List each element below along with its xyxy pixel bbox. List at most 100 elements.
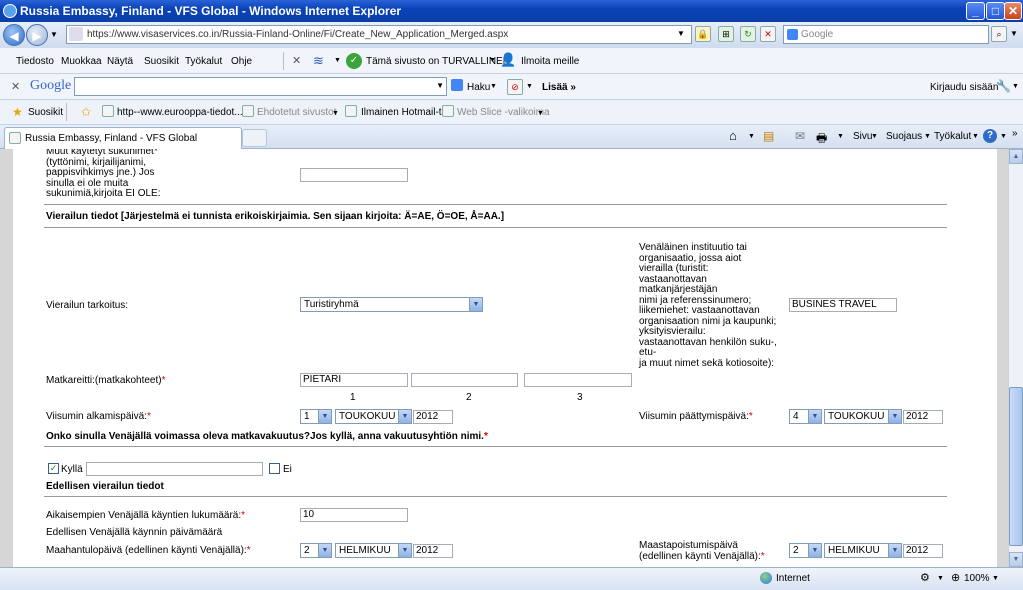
visa-end-year-input[interactable]: 2012 [903, 410, 943, 424]
protected-mode-icon[interactable]: ⚙ [920, 571, 930, 584]
visa-end-month-select[interactable]: TOUKOKUU ▼ [824, 409, 902, 424]
google-toolbar-close-icon[interactable]: ✕ [11, 80, 20, 93]
wrench-icon[interactable]: 🔧 [996, 79, 1011, 93]
signin-link[interactable]: Kirjaudu sisään [930, 82, 998, 93]
chevron-down-icon[interactable]: ▼ [888, 544, 901, 557]
insurance-company-input[interactable] [86, 462, 263, 476]
wrench-dropdown-icon[interactable]: ▼ [1012, 83, 1019, 90]
menu-help[interactable]: Ohje [231, 56, 252, 67]
close-button[interactable]: ✕ [1004, 2, 1022, 20]
wot-dropdown-icon[interactable]: ▼ [334, 57, 341, 64]
route-input-1[interactable]: PIETARI [300, 373, 408, 387]
purpose-select[interactable]: Turistiryhmä ▼ [300, 297, 483, 312]
visa-start-month-select[interactable]: TOUKOKUU ▼ [335, 409, 412, 424]
lock-icon[interactable]: 🔒 [695, 26, 711, 42]
scroll-thumb[interactable] [1009, 387, 1023, 546]
protected-mode-dropdown-icon[interactable]: ▼ [937, 575, 944, 582]
zoom-dropdown-icon[interactable]: ▼ [992, 575, 999, 582]
help-dropdown-icon[interactable]: ▼ [1000, 133, 1007, 140]
popup-blocker-dropdown-icon[interactable]: ▼ [526, 83, 533, 90]
forward-button[interactable]: ▶ [26, 24, 48, 46]
google-search-button[interactable]: Haku [467, 82, 490, 93]
safety-menu[interactable]: Suojaus [886, 131, 922, 142]
chevron-down-icon[interactable]: ▼ [888, 410, 901, 423]
scroll-down-icon[interactable]: ▼ [1009, 552, 1023, 567]
stop-icon[interactable]: ✕ [760, 26, 776, 42]
refresh-icon[interactable]: ↻ [740, 26, 756, 42]
minimize-button[interactable]: _ [966, 2, 985, 20]
route-input-3[interactable] [524, 373, 632, 387]
suggested-dropdown-icon[interactable]: ▼ [332, 110, 339, 117]
other-surnames-input[interactable] [300, 168, 408, 182]
print-icon[interactable]: 🖶 [816, 129, 827, 150]
search-options-dropdown-icon[interactable]: ▼ [1010, 29, 1018, 38]
chevron-down-icon[interactable]: ▼ [398, 410, 411, 423]
fav-link-hotmail[interactable]: Ilmainen Hotmail-tili [361, 107, 448, 118]
home-icon[interactable]: ⌂ [729, 128, 737, 143]
exit-day-select[interactable]: 2 ▼ [789, 543, 822, 558]
safety-dropdown-icon[interactable]: ▼ [489, 57, 496, 64]
page-menu[interactable]: Sivu [853, 131, 872, 142]
feeds-icon[interactable]: ▤ [763, 129, 774, 143]
webslice-dropdown-icon[interactable]: ▼ [537, 110, 544, 117]
route-input-2[interactable] [411, 373, 518, 387]
new-tab-button[interactable] [242, 129, 267, 147]
report-link[interactable]: Ilmoita meille [521, 56, 579, 67]
compatibility-icon[interactable]: ⊞ [718, 26, 734, 42]
previous-visits-input[interactable]: 10 [300, 508, 408, 522]
zoom-level[interactable]: 100% [964, 573, 990, 584]
page-dropdown-icon[interactable]: ▼ [871, 133, 878, 140]
entry-day-select[interactable]: 2 ▼ [300, 543, 332, 558]
insurance-yes-checkbox[interactable]: ✓ [48, 463, 59, 474]
org-input[interactable]: BUSINES TRAVEL [789, 298, 897, 312]
recent-pages-dropdown-icon[interactable]: ▼ [50, 30, 58, 39]
search-box[interactable]: Google [783, 25, 989, 44]
exit-month-select[interactable]: HELMIKUU ▼ [824, 543, 902, 558]
menu-favorites[interactable]: Suosikit [144, 56, 179, 67]
maximize-button[interactable]: □ [986, 2, 1005, 20]
tools-menu[interactable]: Työkalut [934, 131, 971, 142]
google-search-dropdown2-icon[interactable]: ▼ [490, 83, 497, 90]
address-dropdown-icon[interactable]: ▼ [677, 29, 685, 38]
vertical-scrollbar[interactable]: ▲ ▼ [1008, 149, 1023, 567]
visa-end-day-select[interactable]: 4 ▼ [789, 409, 822, 424]
menu-file[interactable]: Tiedosto [16, 56, 54, 67]
toolbar-close-icon[interactable]: ✕ [292, 54, 301, 67]
fav-link-eurooppa[interactable]: http--www.eurooppa-tiedot... [117, 107, 243, 118]
zoom-icon[interactable]: ⊕ [951, 571, 960, 584]
visa-start-year-input[interactable]: 2012 [413, 410, 453, 424]
chevron-down-icon[interactable]: ▼ [318, 544, 331, 557]
insurance-no-checkbox[interactable] [269, 463, 280, 474]
exit-year-input[interactable]: 2012 [903, 544, 943, 558]
favorites-button[interactable]: Suosikit [28, 107, 63, 118]
print-dropdown-icon[interactable]: ▼ [837, 133, 844, 140]
chevron-down-icon[interactable]: ▼ [808, 410, 821, 423]
more-button[interactable]: Lisää » [542, 82, 576, 93]
read-mail-icon[interactable]: ✉ [795, 129, 805, 143]
entry-month-select[interactable]: HELMIKUU ▼ [335, 543, 412, 558]
entry-year-input[interactable]: 2012 [413, 544, 453, 558]
chevron-more-icon[interactable]: » [1012, 128, 1018, 139]
help-icon[interactable]: ? [983, 129, 997, 143]
search-go-icon[interactable]: ⌕ [991, 26, 1007, 42]
add-favorite-icon[interactable]: ✩ [81, 105, 91, 119]
tab-active[interactable]: Russia Embassy, Finland - VFS Global [4, 127, 242, 149]
fav-link-suggested[interactable]: Ehdotetut sivustot [257, 107, 337, 118]
tools-dropdown-icon[interactable]: ▼ [972, 133, 979, 140]
address-bar[interactable]: https://www.visaservices.co.in/Russia-Fi… [66, 25, 692, 44]
scroll-up-icon[interactable]: ▲ [1009, 149, 1023, 164]
fav-link-webslice[interactable]: Web Slice -valikoima [457, 107, 550, 118]
google-search-dropdown-icon[interactable]: ▼ [436, 81, 444, 90]
menu-edit[interactable]: Muokkaa [61, 56, 102, 67]
wot-icon[interactable]: ≋ [313, 53, 324, 69]
home-dropdown-icon[interactable]: ▼ [748, 133, 755, 140]
menu-view[interactable]: Näytä [107, 56, 133, 67]
chevron-down-icon[interactable]: ▼ [318, 410, 331, 423]
visa-start-day-select[interactable]: 1 ▼ [300, 409, 332, 424]
chevron-down-icon[interactable]: ▼ [469, 298, 482, 311]
chevron-down-icon[interactable]: ▼ [398, 544, 411, 557]
back-button[interactable]: ◀ [3, 24, 25, 46]
menu-tools[interactable]: Työkalut [185, 56, 222, 67]
chevron-down-icon[interactable]: ▼ [808, 544, 821, 557]
google-search-input[interactable]: ▼ [74, 77, 447, 96]
